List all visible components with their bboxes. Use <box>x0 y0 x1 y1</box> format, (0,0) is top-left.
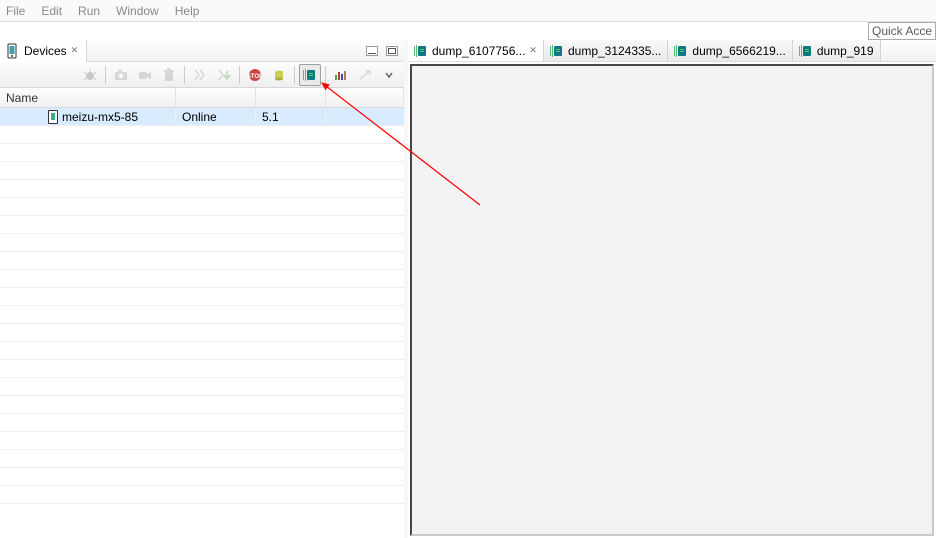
device-name: meizu-mx5-85 <box>62 110 138 124</box>
table-row[interactable] <box>0 216 404 234</box>
menu-run[interactable]: Run <box>78 4 100 18</box>
table-row[interactable]: meizu-mx5-85 Online 5.1 <box>0 108 404 126</box>
device-version: 5.1 <box>262 110 279 124</box>
maximize-view-icon[interactable] <box>386 46 398 56</box>
menu-help[interactable]: Help <box>175 4 200 18</box>
editor-tab-label: dump_3124335... <box>568 44 661 58</box>
editor-content[interactable] <box>410 64 934 536</box>
dump-file-icon <box>550 45 564 57</box>
editor-tab-label: dump_6107756... <box>432 44 525 58</box>
table-row[interactable] <box>0 342 404 360</box>
table-row[interactable] <box>0 180 404 198</box>
minimize-view-icon[interactable] <box>366 46 378 56</box>
camcorder-icon <box>137 67 153 83</box>
close-icon[interactable]: ✕ <box>71 45 79 56</box>
table-row[interactable] <box>0 324 404 342</box>
device-icon <box>4 43 20 59</box>
col-header-version[interactable] <box>256 88 326 107</box>
delete-button[interactable] <box>158 64 180 86</box>
table-row[interactable] <box>0 486 404 504</box>
menu-window[interactable]: Window <box>116 4 159 18</box>
table-row[interactable] <box>0 144 404 162</box>
editor-tab[interactable]: dump_3124335... <box>544 40 668 62</box>
threads-down-icon <box>216 67 232 83</box>
menu-file[interactable]: File <box>6 4 25 18</box>
devices-view-title: Devices <box>24 44 67 58</box>
device-icon <box>48 110 58 124</box>
col-header-status[interactable] <box>176 88 256 107</box>
bug-icon <box>82 67 98 83</box>
chart-icon <box>333 67 349 83</box>
table-row[interactable] <box>0 306 404 324</box>
quick-access-field[interactable]: Quick Acce <box>868 22 936 40</box>
can-icon <box>271 67 287 83</box>
table-row[interactable] <box>0 288 404 306</box>
editor-pane: dump_6107756... ✕ dump_3124335... dump_6… <box>408 40 936 538</box>
table-row[interactable] <box>0 198 404 216</box>
ui-dump-icon <box>302 67 318 83</box>
device-table[interactable]: Name meizu-mx5-85 Online 5.1 <box>0 88 404 538</box>
close-icon[interactable]: ✕ <box>529 45 537 56</box>
systrace-button[interactable] <box>330 64 352 86</box>
trash-icon <box>161 67 177 83</box>
editor-tab[interactable]: dump_6566219... <box>668 40 792 62</box>
table-row[interactable] <box>0 360 404 378</box>
editor-tab-label: dump_6566219... <box>692 44 785 58</box>
screenshot-button[interactable] <box>110 64 132 86</box>
camera-icon <box>113 67 129 83</box>
table-row[interactable] <box>0 468 404 486</box>
thread-update-button[interactable] <box>189 64 211 86</box>
dump-file-icon <box>414 45 428 57</box>
arrow-icon <box>357 67 373 83</box>
devices-pane: Devices ✕ STOP <box>0 40 408 538</box>
stop-button[interactable]: STOP <box>244 64 266 86</box>
profile-button[interactable] <box>354 64 376 86</box>
heap-update-button[interactable] <box>213 64 235 86</box>
stop-icon: STOP <box>247 67 263 83</box>
table-row[interactable] <box>0 162 404 180</box>
table-row[interactable] <box>0 234 404 252</box>
svg-text:STOP: STOP <box>248 74 262 80</box>
table-row[interactable] <box>0 126 404 144</box>
menubar: File Edit Run Window Help <box>0 0 936 22</box>
dump-file-icon <box>674 45 688 57</box>
devices-view-tabbar: Devices ✕ <box>0 40 404 62</box>
chevron-down-icon <box>381 67 397 83</box>
table-row[interactable] <box>0 396 404 414</box>
device-status: Online <box>182 110 217 124</box>
col-header-name[interactable]: Name <box>0 88 176 107</box>
table-row[interactable] <box>0 432 404 450</box>
table-row[interactable] <box>0 270 404 288</box>
table-header: Name <box>0 88 404 108</box>
screen-record-button[interactable] <box>134 64 156 86</box>
editor-tab-label: dump_919 <box>817 44 874 58</box>
table-row[interactable] <box>0 378 404 396</box>
editor-tabbar: dump_6107756... ✕ dump_3124335... dump_6… <box>408 40 936 62</box>
table-row[interactable] <box>0 450 404 468</box>
view-menu-button[interactable] <box>378 64 400 86</box>
menu-edit[interactable]: Edit <box>41 4 62 18</box>
debug-button[interactable] <box>79 64 101 86</box>
table-row[interactable] <box>0 252 404 270</box>
devices-view-tab[interactable]: Devices ✕ <box>0 40 87 62</box>
dump-file-icon <box>799 45 813 57</box>
threads-icon <box>192 67 208 83</box>
editor-tab[interactable]: dump_919 <box>793 40 881 62</box>
devices-toolbar: STOP <box>0 62 404 88</box>
table-row[interactable] <box>0 414 404 432</box>
editor-tab[interactable]: dump_6107756... ✕ <box>408 40 544 62</box>
gc-button[interactable] <box>268 64 290 86</box>
dump-hierarchy-button[interactable] <box>299 64 321 86</box>
col-header-rest[interactable] <box>326 88 404 107</box>
